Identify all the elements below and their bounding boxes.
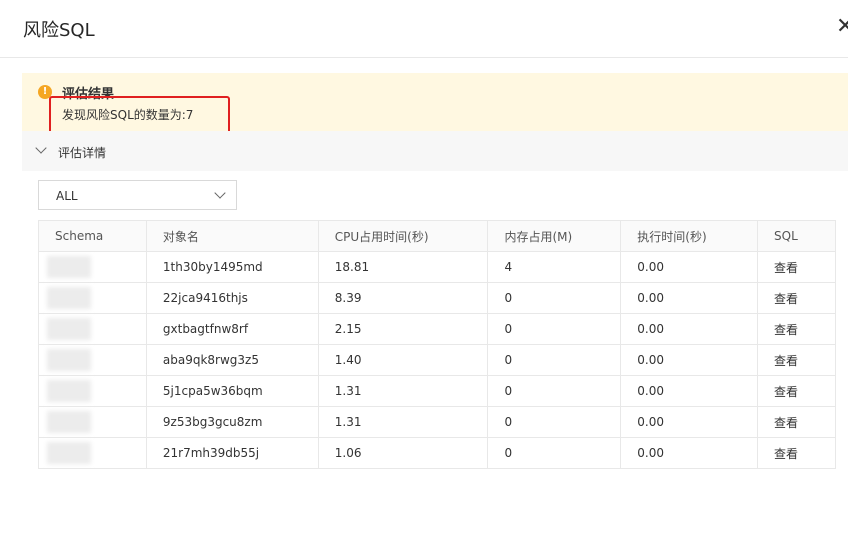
- table-row: gxtbagtfnw8rf 2.15 0 0.00 查看: [38, 313, 836, 345]
- column-header-sql[interactable]: SQL: [757, 220, 836, 252]
- memory-cell: 0: [487, 406, 622, 438]
- schema-cell: [38, 375, 147, 407]
- cpu-time-cell: 2.15: [317, 313, 489, 345]
- exec-time-cell: 0.00: [620, 375, 759, 407]
- memory-cell: 0: [487, 313, 622, 345]
- risk-sql-table: Schema 对象名 CPU占用时间(秒) 内存占用(M) 执行时间(秒) SQ…: [38, 220, 836, 469]
- view-sql-link[interactable]: 查看: [757, 375, 836, 407]
- column-header-schema[interactable]: Schema: [38, 220, 147, 252]
- chevron-down-icon: [214, 187, 226, 199]
- object-name-cell: 21r7mh39db55j: [145, 437, 319, 469]
- object-name-cell: gxtbagtfnw8rf: [145, 313, 319, 345]
- cpu-time-cell: 1.06: [317, 437, 489, 469]
- memory-cell: 0: [487, 375, 622, 407]
- exec-time-cell: 0.00: [620, 344, 759, 376]
- table-row: 22jca9416thjs 8.39 0 0.00 查看: [38, 282, 836, 314]
- object-name-cell: 22jca9416thjs: [145, 282, 319, 314]
- table-row: aba9qk8rwg3z5 1.40 0 0.00 查看: [38, 344, 836, 376]
- schema-cell: [38, 282, 147, 314]
- view-sql-link[interactable]: 查看: [757, 344, 836, 376]
- table-row: 9z53bg3gcu8zm 1.31 0 0.00 查看: [38, 406, 836, 438]
- exec-time-cell: 0.00: [620, 313, 759, 345]
- chevron-down-icon: [35, 142, 47, 154]
- cpu-time-cell: 18.81: [317, 251, 489, 283]
- exec-time-cell: 0.00: [620, 406, 759, 438]
- table-header-row: Schema 对象名 CPU占用时间(秒) 内存占用(M) 执行时间(秒) SQ…: [38, 220, 836, 252]
- object-name-cell: 9z53bg3gcu8zm: [145, 406, 319, 438]
- schema-filter-value: ALL: [56, 189, 78, 203]
- schema-cell: [38, 344, 147, 376]
- schema-cell: [38, 437, 147, 469]
- redacted-schema: [47, 318, 91, 340]
- schema-cell: [38, 251, 147, 283]
- table-row: 1th30by1495md 18.81 4 0.00 查看: [38, 251, 836, 283]
- exec-time-cell: 0.00: [620, 251, 759, 283]
- close-icon[interactable]: ✕: [836, 14, 848, 39]
- redacted-schema: [47, 380, 91, 402]
- column-header-memory[interactable]: 内存占用(M): [487, 220, 622, 252]
- view-sql-link[interactable]: 查看: [757, 437, 836, 469]
- details-collapse-header[interactable]: 评估详情: [22, 131, 848, 171]
- redacted-schema: [47, 442, 91, 464]
- cpu-time-cell: 1.40: [317, 344, 489, 376]
- object-name-cell: 5j1cpa5w36bqm: [145, 375, 319, 407]
- cpu-time-cell: 8.39: [317, 282, 489, 314]
- view-sql-link[interactable]: 查看: [757, 313, 836, 345]
- object-name-cell: aba9qk8rwg3z5: [145, 344, 319, 376]
- column-header-exec-time[interactable]: 执行时间(秒): [620, 220, 759, 252]
- dialog-header: 风险SQL ✕: [0, 0, 848, 58]
- cpu-time-cell: 1.31: [317, 406, 489, 438]
- redacted-schema: [47, 411, 91, 433]
- memory-cell: 4: [487, 251, 622, 283]
- table-row: 5j1cpa5w36bqm 1.31 0 0.00 查看: [38, 375, 836, 407]
- exec-time-cell: 0.00: [620, 282, 759, 314]
- cpu-time-cell: 1.31: [317, 375, 489, 407]
- object-name-cell: 1th30by1495md: [145, 251, 319, 283]
- table-row: 21r7mh39db55j 1.06 0 0.00 查看: [38, 437, 836, 469]
- view-sql-link[interactable]: 查看: [757, 251, 836, 283]
- view-sql-link[interactable]: 查看: [757, 406, 836, 438]
- details-label: 评估详情: [58, 146, 107, 160]
- schema-filter-select[interactable]: ALL: [38, 180, 237, 210]
- schema-cell: [38, 313, 147, 345]
- memory-cell: 0: [487, 344, 622, 376]
- column-header-cpu-time[interactable]: CPU占用时间(秒): [317, 220, 489, 252]
- memory-cell: 0: [487, 437, 622, 469]
- redacted-schema: [47, 349, 91, 371]
- redacted-schema: [47, 256, 91, 278]
- dialog-title: 风险SQL: [23, 20, 95, 41]
- redacted-schema: [47, 287, 91, 309]
- schema-cell: [38, 406, 147, 438]
- exec-time-cell: 0.00: [620, 437, 759, 469]
- column-header-object-name[interactable]: 对象名: [145, 220, 319, 252]
- view-sql-link[interactable]: 查看: [757, 282, 836, 314]
- memory-cell: 0: [487, 282, 622, 314]
